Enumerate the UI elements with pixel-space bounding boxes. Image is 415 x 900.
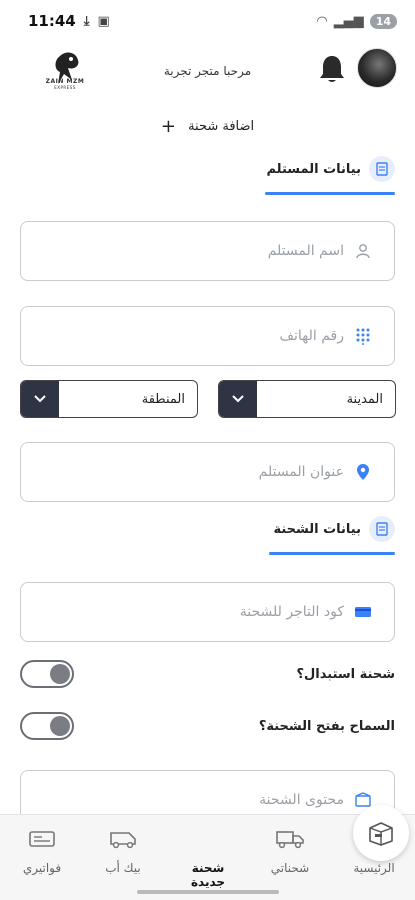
region-select-value: المنطقة [141,391,185,407]
merchant-code-placeholder: كود التاجر للشحنة [239,604,344,620]
address-field[interactable]: عنوان المستلم [20,442,395,502]
user-icon [354,242,372,260]
nav-label-pickup: بيك أب [105,861,141,875]
recipient-name-placeholder: اسم المستلم [267,243,344,259]
home-indicator [137,890,279,894]
status-bar: 11:44 ⤓ ▣ ◠ ▂▄▆ 14 [0,0,415,42]
exchange-toggle-row: شحنة استبدال؟ [20,659,395,689]
shipment-section-underline [269,552,395,555]
bottom-nav: الرئيسية شحناتي شحنة جديدة بيك أب فواتير… [0,805,415,900]
wifi-icon: ◠ [316,13,328,29]
status-left: 11:44 ⤓ ▣ [28,12,110,30]
toggle-knob [50,716,70,736]
phone-field[interactable]: رقم الهاتف [20,306,395,366]
location-pin-icon [354,463,372,481]
logo-text: ZAIN MZM EXPRESS [45,78,85,90]
city-select[interactable]: المدينة [218,380,396,418]
city-select-value: المدينة [346,391,383,407]
document-icon [369,156,395,182]
download-icon: ⤓ [83,13,90,29]
dialpad-icon [354,327,372,345]
nav-label-new-shipment: شحنة جديدة [190,861,226,889]
region-select[interactable]: المنطقة [20,380,198,418]
box-icon [369,822,393,846]
status-right: ◠ ▂▄▆ 14 [316,13,397,29]
shipment-content-placeholder: محتوى الشحنة [259,792,344,808]
recipient-section-title: بيانات المستلم [266,161,361,177]
shipment-section-header: بيانات الشحنة [273,516,395,542]
allow-open-toggle[interactable] [20,712,74,740]
exchange-toggle[interactable] [20,660,74,688]
battery-indicator: 14 [369,13,397,29]
nav-item-my-shipments[interactable]: شحناتي [255,823,325,875]
screenshot-icon: ▣ [97,13,110,29]
card-icon [354,603,372,621]
exchange-label: شحنة استبدال؟ [296,666,395,682]
merchant-code-field[interactable]: كود التاجر للشحنة [20,582,395,642]
nav-item-invoices[interactable]: فواتيري [7,823,77,875]
address-placeholder: عنوان المستلم [258,464,344,480]
nav-item-new-shipment[interactable]: شحنة جديدة [173,805,409,889]
bell-icon[interactable] [319,54,345,84]
plus-icon: + [160,116,176,137]
nav-label-home: الرئيسية [353,861,395,875]
recipient-section-underline [265,192,395,195]
invoice-icon [7,823,77,855]
phone-placeholder: رقم الهاتف [279,328,344,344]
truck-icon [255,823,325,855]
allow-open-label: السماح بفتح الشحنة؟ [258,718,395,734]
chevron-down-icon [219,381,257,417]
status-time: 11:44 [28,12,76,30]
add-shipment-heading: اضافة شحنة + [0,116,415,137]
recipient-section-header: بيانات المستلم [266,156,395,182]
nav-item-pickup[interactable]: بيك أب [88,823,158,875]
nav-label-invoices: فواتيري [22,861,62,875]
add-shipment-label: اضافة شحنة [188,119,255,134]
signal-icon: ▂▄▆ [333,13,364,29]
document-icon [369,516,395,542]
avatar[interactable] [357,48,397,88]
van-icon [88,823,158,855]
greeting-text: مرحبا متجر تجربة [163,64,252,78]
toggle-knob [50,664,70,684]
shipment-section-title: بيانات الشحنة [273,521,361,537]
allow-open-toggle-row: السماح بفتح الشحنة؟ [20,711,395,741]
app-header: ZAIN MZM EXPRESS مرحبا متجر تجربة [0,44,415,100]
new-shipment-fab[interactable] [353,805,409,861]
recipient-name-field[interactable]: اسم المستلم [20,221,395,281]
chevron-down-icon [21,381,59,417]
nav-label-my-shipments: شحناتي [270,861,310,875]
